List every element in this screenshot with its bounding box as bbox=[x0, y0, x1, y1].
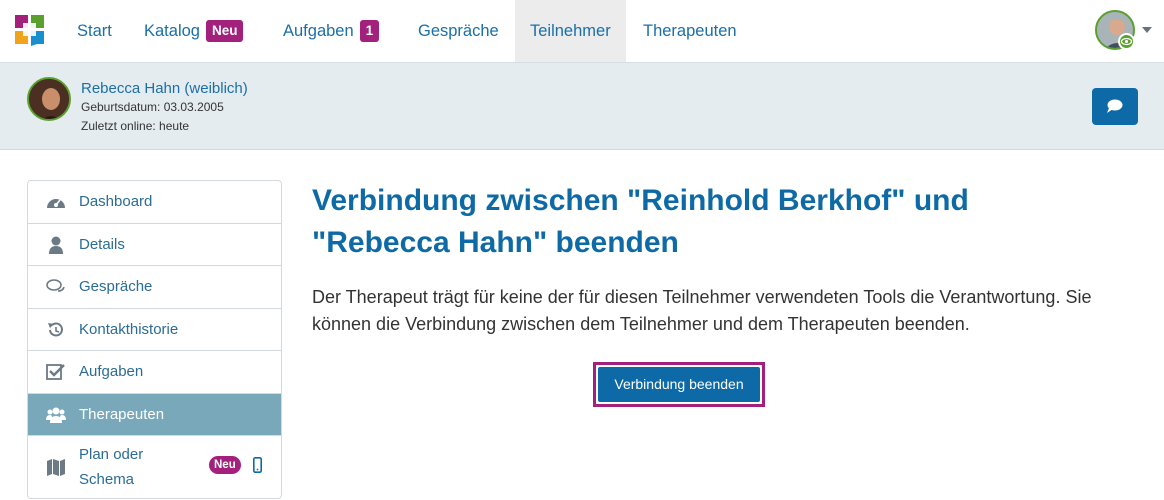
checkbox-icon bbox=[46, 364, 65, 380]
patient-avatar bbox=[27, 77, 71, 121]
history-icon bbox=[48, 322, 63, 336]
users-icon bbox=[46, 407, 66, 423]
comment-icon bbox=[1107, 99, 1123, 113]
chat-bubbles-icon bbox=[46, 279, 65, 292]
patient-last-online: Zuletzt online: heute bbox=[81, 119, 190, 133]
eye-icon bbox=[1118, 33, 1135, 50]
nav-katalog[interactable]: Katalog Neu bbox=[129, 0, 258, 62]
sidebar-item-dashboard[interactable]: Dashboard bbox=[28, 181, 281, 224]
nav-therapeuten[interactable]: Therapeuten bbox=[628, 0, 752, 62]
nav-aufgaben[interactable]: Aufgaben 1 bbox=[268, 0, 394, 62]
app-logo[interactable] bbox=[15, 15, 44, 46]
mobile-phone-icon bbox=[253, 457, 262, 473]
nav-teilnehmer[interactable]: Teilnehmer bbox=[515, 0, 626, 62]
nav-gespraeche[interactable]: Gespräche bbox=[403, 0, 514, 62]
user-icon bbox=[49, 236, 63, 254]
sidebar-menu: Dashboard Details Gespräche Kontakthisto… bbox=[27, 180, 282, 499]
end-connection-button[interactable]: Verbindung beenden bbox=[598, 367, 760, 402]
chevron-down-icon[interactable] bbox=[1142, 27, 1152, 33]
sidebar-item-plan[interactable]: Plan oder Schema Neu bbox=[28, 436, 281, 498]
map-icon bbox=[47, 459, 65, 476]
patient-birthdate: Geburtsdatum: 03.03.2005 bbox=[81, 100, 224, 114]
sidebar-item-aufgaben[interactable]: Aufgaben bbox=[28, 351, 281, 394]
chat-button[interactable] bbox=[1092, 88, 1138, 125]
new-badge: Neu bbox=[209, 456, 241, 474]
description-text: Der Therapeut trägt für keine der für di… bbox=[312, 287, 1092, 334]
sidebar-item-kontakthistorie[interactable]: Kontakthistorie bbox=[28, 309, 281, 351]
sidebar-item-gespraeche[interactable]: Gespräche bbox=[28, 266, 281, 309]
page-title: Verbindung zwischen "Reinhold Berkhof" u… bbox=[312, 184, 969, 259]
top-navbar: Start Katalog Neu Aufgaben 1 Gespräche Tei… bbox=[0, 0, 1164, 63]
nav-start[interactable]: Start bbox=[62, 0, 127, 62]
new-badge: Neu bbox=[205, 20, 244, 42]
patient-name[interactable]: Rebecca Hahn (weiblich) bbox=[81, 80, 248, 97]
sidebar-item-details[interactable]: Details bbox=[28, 224, 281, 266]
count-badge: 1 bbox=[359, 20, 380, 42]
dashboard-icon bbox=[47, 199, 65, 208]
sidebar-item-therapeuten[interactable]: Therapeuten bbox=[28, 393, 281, 436]
patient-header: Rebecca Hahn (weiblich) Geburtsdatum: 03… bbox=[0, 63, 1164, 150]
